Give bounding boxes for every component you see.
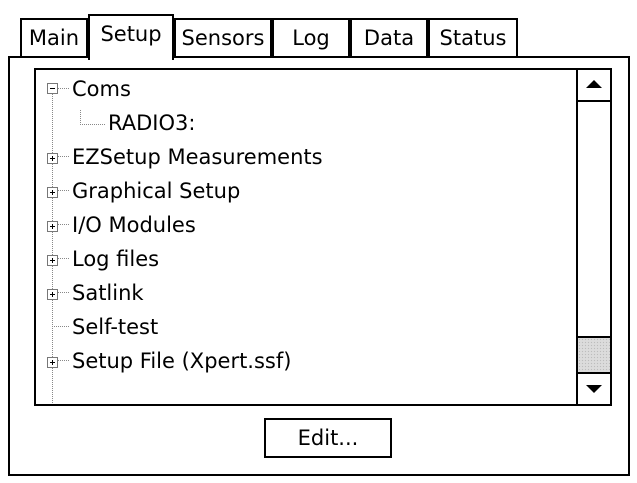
tree-item-coms[interactable]: Coms bbox=[36, 72, 436, 106]
expand-icon[interactable] bbox=[47, 289, 58, 300]
arrow-up-icon bbox=[586, 80, 602, 88]
expand-icon[interactable] bbox=[47, 357, 58, 368]
tree-content: Coms RADIO3: EZSetup Measurements Graphi… bbox=[36, 70, 576, 404]
panel-bottom-border bbox=[8, 474, 630, 476]
tree-item-label: I/O Modules bbox=[72, 213, 196, 237]
tree-item-label: Graphical Setup bbox=[72, 179, 241, 203]
scroll-down-button[interactable] bbox=[578, 372, 610, 404]
tab-sensors[interactable]: Sensors bbox=[174, 18, 272, 56]
tab-log[interactable]: Log bbox=[272, 18, 350, 56]
scroll-track[interactable] bbox=[578, 338, 610, 372]
expand-icon[interactable] bbox=[47, 255, 58, 266]
tree-item-graphical-setup[interactable]: Graphical Setup bbox=[36, 174, 436, 208]
tree-item-ezsetup-measurements[interactable]: EZSetup Measurements bbox=[36, 140, 436, 174]
tree-item-label: Satlink bbox=[72, 281, 144, 305]
expand-icon[interactable] bbox=[47, 187, 58, 198]
tree-item-label: Coms bbox=[72, 77, 131, 101]
tree-item-label: Self-test bbox=[72, 315, 159, 339]
tree-item-log-files[interactable]: Log files bbox=[36, 242, 436, 276]
tree-item-label: Setup File (Xpert.ssf) bbox=[72, 349, 292, 373]
collapse-icon[interactable] bbox=[47, 83, 58, 94]
tree-item-setup-file[interactable]: Setup File (Xpert.ssf) bbox=[36, 344, 436, 378]
app-window: Main Setup Sensors Log Data Status Coms bbox=[0, 0, 637, 483]
tab-main[interactable]: Main bbox=[20, 18, 88, 56]
tree-item-self-test[interactable]: Self-test bbox=[36, 310, 436, 344]
tree-item-io-modules[interactable]: I/O Modules bbox=[36, 208, 436, 242]
tab-strip: Main Setup Sensors Log Data Status bbox=[20, 14, 620, 60]
tab-data[interactable]: Data bbox=[350, 18, 428, 56]
arrow-down-icon bbox=[586, 385, 602, 393]
tree-item-label: RADIO3: bbox=[108, 111, 196, 135]
tab-status[interactable]: Status bbox=[428, 18, 518, 56]
tree-item-satlink[interactable]: Satlink bbox=[36, 276, 436, 310]
tab-setup[interactable]: Setup bbox=[88, 14, 174, 60]
tree-item-radio3[interactable]: RADIO3: bbox=[36, 106, 436, 140]
vertical-scrollbar[interactable] bbox=[576, 70, 610, 404]
tree-item-label: Log files bbox=[72, 247, 160, 271]
tree-item-label: EZSetup Measurements bbox=[72, 145, 323, 169]
scroll-thumb[interactable] bbox=[578, 102, 610, 338]
expand-icon[interactable] bbox=[47, 153, 58, 164]
edit-button[interactable]: Edit... bbox=[264, 418, 392, 458]
scroll-up-button[interactable] bbox=[578, 70, 610, 102]
tree-view[interactable]: Coms RADIO3: EZSetup Measurements Graphi… bbox=[34, 68, 612, 406]
expand-icon[interactable] bbox=[47, 221, 58, 232]
